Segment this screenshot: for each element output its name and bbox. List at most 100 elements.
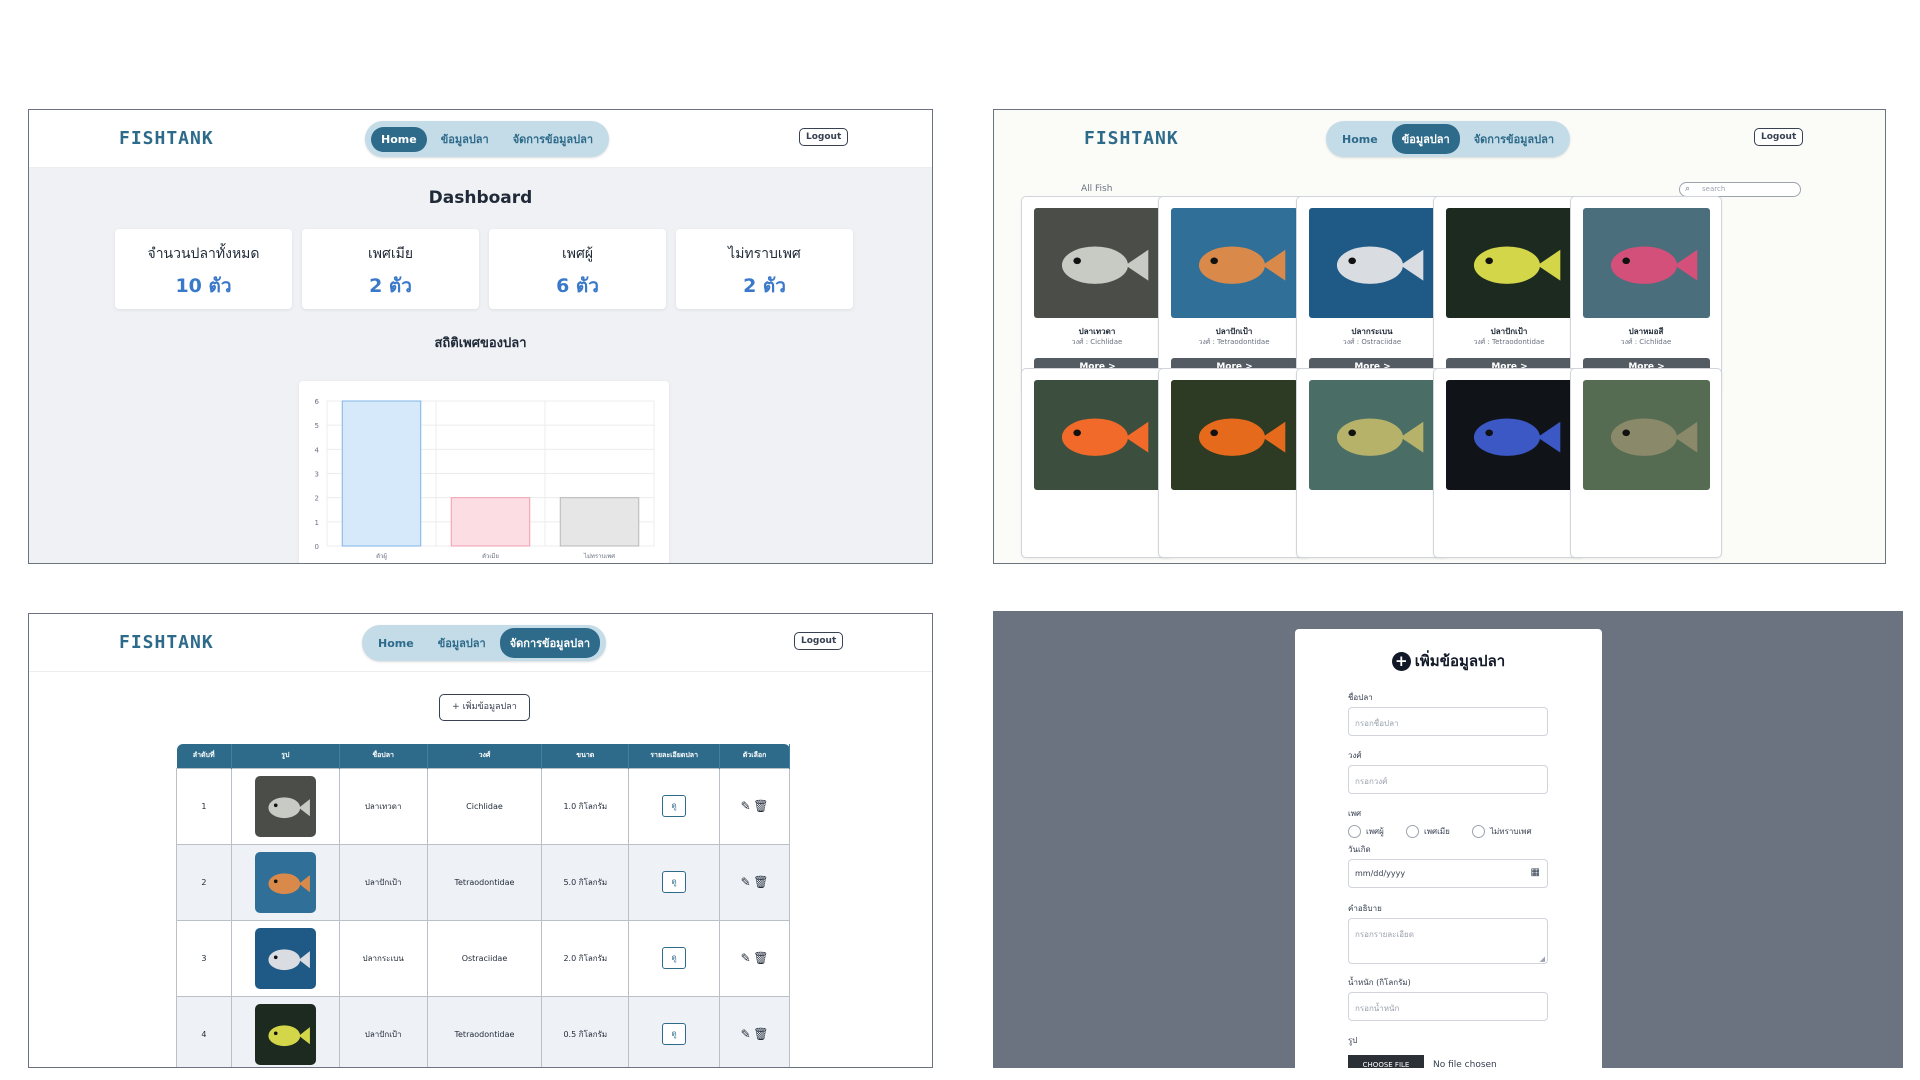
- fish-card[interactable]: [1296, 368, 1448, 558]
- table-row: 3 ปลากระเบน Ostraciidae 2.0 กิโลกรัม ดู ✎ 🗑: [176, 919, 790, 997]
- view-detail-button[interactable]: ดู: [662, 947, 687, 969]
- cell-no: 4: [176, 995, 232, 1067]
- view-detail-button[interactable]: ดู: [662, 795, 687, 817]
- nav-fish-info[interactable]: ข้อมูลปลา: [431, 124, 499, 154]
- col-header: รูป: [231, 744, 340, 768]
- cell-image: [230, 995, 340, 1067]
- chart-x-tick-label: ตัวผู้: [376, 553, 387, 560]
- logout-button[interactable]: Logout: [1754, 128, 1804, 146]
- dashboard-screen: FISHTANK Home ข้อมูลปลา จัดการข้อมูลปลา …: [28, 109, 933, 564]
- chart-y-tick-label: 4: [315, 446, 320, 454]
- chart-bar: [450, 497, 531, 547]
- fish-thumbnail: [254, 851, 316, 913]
- nav-fish-info[interactable]: ข้อมูลปลา: [428, 628, 496, 658]
- fish-photo: [1171, 208, 1298, 318]
- choose-file-button[interactable]: CHOOSE FILE: [1348, 1055, 1424, 1068]
- search-input[interactable]: ⌕ search: [1679, 182, 1801, 197]
- nav-manage[interactable]: จัดการข้อมูลปลา: [1464, 124, 1564, 154]
- fish-family: วงศ์ : Tetraodontidae: [1473, 338, 1545, 346]
- nav-manage[interactable]: จัดการข้อมูลปลา: [503, 124, 603, 154]
- cell-name: ปลาเทวดา: [338, 767, 428, 845]
- family-field[interactable]: กรอกวงศ์: [1348, 765, 1548, 794]
- logout-button[interactable]: Logout: [794, 632, 844, 650]
- col-header: ขนาด: [541, 744, 630, 768]
- app-logo[interactable]: FISHTANK: [119, 632, 214, 653]
- section-label: All Fish: [1081, 184, 1113, 194]
- weight-field[interactable]: กรอกน้ำหนัก: [1348, 992, 1548, 1021]
- cell-actions: ✎ 🗑: [719, 843, 790, 921]
- calendar-icon[interactable]: ▦: [1531, 867, 1540, 878]
- form-title-text: เพิ่มข้อมูลปลา: [1414, 652, 1506, 670]
- search-icon: ⌕: [1685, 184, 1691, 194]
- resize-handle-icon[interactable]: ◢: [1540, 955, 1545, 963]
- cell-size: 1.0 กิโลกรัม: [541, 767, 630, 845]
- fish-card[interactable]: ปลาปักเป้า วงศ์ : Tetraodontidae More >: [1158, 196, 1310, 394]
- table-header-row: ลำดับที่ รูป ชื่อปลา วงศ์ ขนาด รายละเอีย…: [176, 744, 790, 768]
- col-header: รายละเอียดปลา: [628, 744, 721, 768]
- name-field[interactable]: กรอกชื่อปลา: [1348, 707, 1548, 736]
- view-detail-button[interactable]: ดู: [662, 1023, 687, 1045]
- fish-family: วงศ์ : Ostraciidae: [1342, 338, 1402, 346]
- edit-icon[interactable]: ✎: [741, 951, 751, 965]
- fish-image: [1171, 380, 1298, 490]
- view-detail-button[interactable]: ดู: [662, 871, 687, 893]
- nav-manage[interactable]: จัดการข้อมูลปลา: [499, 628, 601, 658]
- cell-family: Tetraodontidae: [426, 995, 543, 1067]
- trash-icon[interactable]: 🗑: [753, 799, 768, 813]
- trash-icon[interactable]: 🗑: [753, 1027, 768, 1041]
- fish-card[interactable]: [1158, 368, 1310, 558]
- fish-photo: [254, 1003, 316, 1065]
- fish-family: วงศ์ : Tetraodontidae: [1198, 338, 1270, 346]
- add-fish-button[interactable]: + เพิ่มข้อมูลปลา: [439, 694, 530, 721]
- stat-value: 6 ตัว: [556, 275, 599, 297]
- weight-placeholder: กรอกน้ำหนัก: [1355, 1004, 1400, 1013]
- gender-radio-male[interactable]: เพศผู้: [1348, 825, 1384, 838]
- fish-photo: [1309, 380, 1436, 490]
- fish-card[interactable]: [1433, 368, 1585, 558]
- col-header: ตัวเลือก: [719, 744, 790, 768]
- app-logo[interactable]: FISHTANK: [119, 128, 214, 149]
- gender-radio-unknown[interactable]: ไม่ทราบเพศ: [1472, 825, 1532, 838]
- fish-thumbnail: [254, 775, 316, 837]
- gender-radio-female[interactable]: เพศเมีย: [1406, 825, 1450, 838]
- fish-photo: [1446, 208, 1573, 318]
- birth-date-field[interactable]: mm/dd/yyyy ▦: [1348, 859, 1548, 888]
- page-title: Dashboard: [428, 188, 533, 208]
- family-placeholder: กรอกวงศ์: [1355, 777, 1388, 786]
- stat-card-unknown: ไม่ทราบเพศ 2 ตัว: [676, 229, 853, 309]
- cell-actions: ✎ 🗑: [719, 919, 790, 997]
- stat-label: เพศเมีย: [367, 246, 414, 262]
- fish-thumbnail: [254, 927, 316, 989]
- cell-image: [230, 843, 340, 921]
- col-header: ลำดับที่: [176, 744, 232, 768]
- file-status: No file chosen: [1433, 1060, 1497, 1068]
- fish-card[interactable]: [1021, 368, 1173, 558]
- nav-home[interactable]: Home: [368, 631, 424, 656]
- chart-y-tick-label: 5: [315, 422, 319, 430]
- birth-label: วันเกิด: [1348, 845, 1371, 854]
- edit-icon[interactable]: ✎: [741, 875, 751, 889]
- description-textarea[interactable]: กรอกรายละเอียด ◢: [1348, 918, 1548, 964]
- radio-icon: [1406, 825, 1419, 838]
- fish-image: [1309, 380, 1436, 490]
- edit-icon[interactable]: ✎: [741, 799, 751, 813]
- nav-home[interactable]: Home: [371, 126, 427, 152]
- nav-home[interactable]: Home: [1332, 127, 1388, 152]
- name-label: ชื่อปลา: [1348, 693, 1373, 702]
- trash-icon[interactable]: 🗑: [753, 951, 768, 965]
- fish-card[interactable]: ปลาหมอสี วงศ์ : Cichlidae More >: [1570, 196, 1722, 394]
- fish-card[interactable]: ปลากระเบน วงศ์ : Ostraciidae More >: [1296, 196, 1448, 394]
- app-logo[interactable]: FISHTANK: [1084, 128, 1179, 149]
- fish-card[interactable]: ปลาเทวดา วงศ์ : Cichlidae More >: [1021, 196, 1173, 394]
- name-placeholder: กรอกชื่อปลา: [1355, 719, 1399, 728]
- fish-card[interactable]: [1570, 368, 1722, 558]
- nav-fish-info[interactable]: ข้อมูลปลา: [1391, 124, 1460, 154]
- cell-name: ปลาปักเป้า: [338, 995, 428, 1067]
- edit-icon[interactable]: ✎: [741, 1027, 751, 1041]
- fish-photo: [1583, 208, 1710, 318]
- fish-image: [1309, 208, 1436, 318]
- trash-icon[interactable]: 🗑: [753, 875, 768, 889]
- fish-card[interactable]: ปลาปักเป้า วงศ์ : Tetraodontidae More >: [1433, 196, 1585, 394]
- logout-button[interactable]: Logout: [799, 128, 849, 146]
- chart-y-tick-label: 1: [315, 519, 319, 527]
